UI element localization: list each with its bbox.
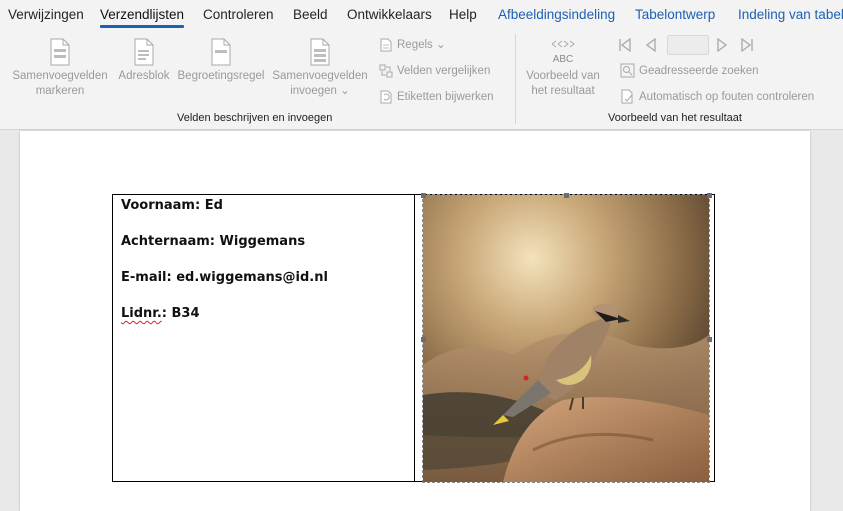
email-field[interactable]: E-mail: ed.wiggemans@id.nl <box>121 270 406 306</box>
highlight-line2: markeren <box>35 85 85 97</box>
last-record-icon[interactable] <box>738 36 756 54</box>
bird-photo[interactable] <box>422 194 710 483</box>
resize-handle-top-right[interactable] <box>707 193 712 198</box>
group-separator <box>515 34 516 124</box>
update-labels-button[interactable]: Etiketten bijwerken <box>379 88 494 106</box>
next-record-icon[interactable] <box>713 36 731 54</box>
preview-results-button[interactable]: ABC Voorbeeld van het resultaat <box>520 38 606 99</box>
tab-controleren[interactable]: Controleren <box>203 0 274 30</box>
tab-indeling-van-tabel[interactable]: Indeling van tabel <box>738 0 843 30</box>
member-number-label: Lidnr. <box>121 306 162 321</box>
group-label-fields: Velden beschrijven en invoegen <box>177 112 333 124</box>
first-name-field[interactable]: Voornaam: Ed <box>121 198 406 234</box>
rules-label: Regels ⌄ <box>397 39 446 51</box>
check-errors-icon <box>621 89 633 104</box>
address-block-icon <box>134 38 154 66</box>
rules-button[interactable]: Regels ⌄ <box>379 36 446 54</box>
first-record-icon[interactable] <box>616 36 634 54</box>
tab-afbeeldingsindeling[interactable]: Afbeeldingsindeling <box>498 0 615 30</box>
tab-verzendlijsten[interactable]: Verzendlijsten <box>100 0 185 30</box>
rules-icon <box>380 38 392 52</box>
previous-record-icon[interactable] <box>642 36 660 54</box>
highlight-merge-fields-button[interactable]: Samenvoegvelden markeren <box>8 38 112 99</box>
check-errors-label: Automatisch op fouten controleren <box>639 91 815 103</box>
preview-line2: het resultaat <box>531 85 595 97</box>
address-block-label: Adresblok <box>118 70 170 82</box>
table-column-divider <box>414 195 415 481</box>
record-number-input[interactable] <box>667 35 709 55</box>
match-fields-button[interactable]: Velden vergelijken <box>379 62 490 80</box>
document-page[interactable]: Voornaam: Ed Achternaam: Wiggemans E-mai… <box>20 131 810 511</box>
find-recipient-icon <box>620 63 635 78</box>
find-recipient-button[interactable]: Geadresseerde zoeken <box>620 62 759 80</box>
find-recipient-label: Geadresseerde zoeken <box>639 65 759 77</box>
greeting-line-button[interactable]: Begroetingsregel <box>174 38 268 84</box>
member-number-value: : B34 <box>161 306 200 321</box>
insert-line2: invoegen ⌄ <box>290 85 350 97</box>
label-table[interactable]: Voornaam: Ed Achternaam: Wiggemans E-mai… <box>112 193 715 483</box>
tab-verwijzingen[interactable]: Verwijzingen <box>8 0 84 30</box>
ribbon-tab-bar: Verwijzingen Verzendlijsten Controleren … <box>0 0 843 30</box>
update-labels-label: Etiketten bijwerken <box>397 91 494 103</box>
last-name-field[interactable]: Achternaam: Wiggemans <box>121 234 406 270</box>
tab-tabelontwerp[interactable]: Tabelontwerp <box>635 0 715 30</box>
document-fields-icon <box>50 38 70 66</box>
greeting-line-label: Begroetingsregel <box>177 70 265 82</box>
tab-help[interactable]: Help <box>449 0 477 30</box>
insert-merge-field-button[interactable]: Samenvoegvelden invoegen ⌄ <box>268 38 372 99</box>
address-block-button[interactable]: Adresblok <box>114 38 174 84</box>
member-fields: Voornaam: Ed Achternaam: Wiggemans E-mai… <box>121 198 406 342</box>
greeting-line-icon <box>211 38 231 66</box>
insert-line1: Samenvoegvelden <box>272 70 368 82</box>
preview-line1: Voorbeeld van <box>526 70 600 82</box>
resize-handle-left[interactable] <box>421 337 426 342</box>
resize-handle-top-left[interactable] <box>421 193 426 198</box>
tab-beeld[interactable]: Beeld <box>293 0 328 30</box>
highlight-line1: Samenvoegvelden <box>12 70 108 82</box>
group-label-preview: Voorbeeld van het resultaat <box>608 112 742 124</box>
match-fields-label: Velden vergelijken <box>397 65 491 77</box>
resize-handle-top[interactable] <box>564 193 569 198</box>
resize-handle-right[interactable] <box>707 337 712 342</box>
tab-ontwikkelaars[interactable]: Ontwikkelaars <box>347 0 432 30</box>
ribbon-panel: Samenvoegvelden markeren Adresblok Begro… <box>0 30 843 130</box>
insert-field-icon <box>310 38 330 66</box>
update-labels-icon <box>380 90 392 104</box>
check-errors-button[interactable]: Automatisch op fouten controleren <box>620 88 814 106</box>
match-fields-icon <box>379 64 393 78</box>
preview-abc-text: ABC <box>553 54 574 65</box>
preview-abc-icon: ABC <box>551 40 575 65</box>
document-canvas: Voornaam: Ed Achternaam: Wiggemans E-mai… <box>0 130 843 511</box>
member-number-field[interactable]: Lidnr.: B34 <box>121 306 406 342</box>
